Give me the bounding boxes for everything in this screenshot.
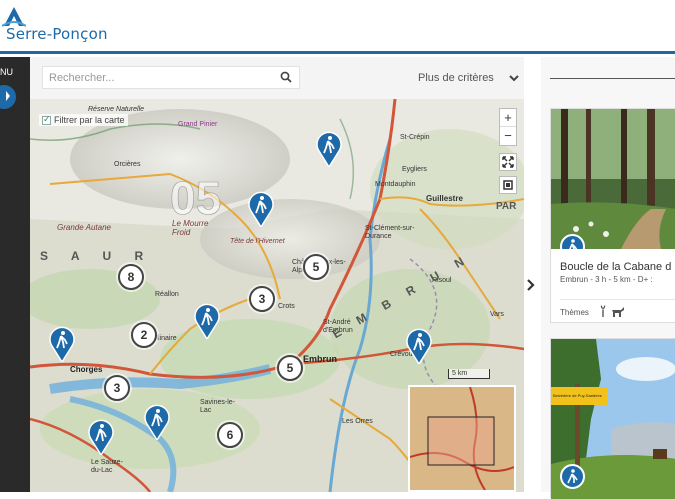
place-label: Savines-le-Lac: [200, 399, 236, 414]
place-label: Le Sauze-du-Lac: [91, 459, 123, 474]
place-label: Chorges: [70, 365, 103, 374]
hiking-pin-icon[interactable]: [143, 402, 171, 440]
place-label: St-Crépin: [400, 134, 430, 141]
place-label: Tête de l'Hivernet: [230, 238, 285, 245]
place-label: Réallon: [155, 291, 179, 298]
hiking-pin-icon[interactable]: [87, 417, 115, 455]
logo[interactable]: Serre-Ponçon: [0, 4, 130, 48]
result-card[interactable]: Belvédère de Puy-Sanières: [550, 338, 675, 499]
place-label: Le Mourre Froid: [172, 219, 209, 237]
card-meta: Embrun - 3 h - 5 km - D+ :: [560, 275, 653, 284]
flower-theme-icon: [600, 305, 606, 317]
site-header: Serre-Ponçon: [0, 0, 675, 54]
place-label: Guillestre: [426, 194, 463, 203]
cluster-marker[interactable]: 3: [104, 375, 130, 401]
menu-label[interactable]: NU: [0, 67, 13, 77]
more-criteria-button[interactable]: Plus de critères: [418, 72, 494, 84]
hiking-pin-icon[interactable]: [315, 129, 343, 167]
place-label: Montdauphin: [375, 181, 416, 188]
filter-by-map-checkbox[interactable]: Filtrer par la carte: [39, 114, 128, 126]
hiking-pin-icon[interactable]: [48, 324, 76, 362]
results-panel: Boucle de la Cabane d Embrun - 3 h - 5 k…: [541, 57, 675, 499]
card-title[interactable]: Boucle de la Cabane d: [560, 261, 671, 273]
hiking-badge-icon: [560, 464, 585, 489]
search-box: [42, 66, 300, 89]
themes-label: Thèmes: [560, 308, 589, 317]
menu-button[interactable]: [0, 85, 16, 109]
hiking-pin-icon[interactable]: [405, 326, 433, 364]
cluster-marker[interactable]: 5: [303, 254, 329, 280]
fullscreen-icon: [502, 156, 514, 168]
logo-text: Serre-Ponçon: [6, 25, 108, 43]
place-label: St-Clément-sur-Durance: [365, 225, 415, 240]
area-label: PAR: [496, 201, 517, 212]
minimap-view: [410, 387, 514, 490]
map[interactable]: 05 Réserve Naturelle Grand Pinier Orcièr…: [30, 99, 524, 492]
place-label: Réserve Naturelle: [88, 106, 145, 113]
sign-text: Belvédère de Puy-Sanières: [553, 393, 602, 398]
scale-bar: 5 km: [448, 369, 490, 379]
checkbox[interactable]: [42, 114, 51, 125]
place-label: Eygliers: [402, 166, 427, 173]
fit-bounds-icon: [503, 180, 513, 190]
department-number: 05: [170, 172, 221, 224]
minimap[interactable]: [408, 385, 516, 492]
search-icon[interactable]: [280, 71, 292, 83]
cluster-marker[interactable]: 6: [217, 422, 243, 448]
zoom-in-button[interactable]: +: [500, 109, 516, 127]
search-bar: Plus de critères: [30, 57, 524, 99]
divider: [550, 78, 675, 79]
fit-bounds-button[interactable]: [499, 176, 517, 194]
place-label: Les Orres: [342, 418, 373, 425]
pin-small-icon: [6, 91, 10, 101]
hiking-badge-icon: [560, 234, 585, 249]
divider: [560, 299, 675, 300]
result-card[interactable]: Boucle de la Cabane d Embrun - 3 h - 5 k…: [550, 108, 675, 323]
cluster-marker[interactable]: 5: [277, 355, 303, 381]
place-label: Vars: [490, 311, 504, 318]
zoom-out-button[interactable]: −: [500, 127, 516, 145]
place-label: Grand Pinier: [178, 121, 218, 128]
card-image: [551, 109, 675, 249]
hiking-pin-icon[interactable]: [247, 189, 275, 227]
chevron-down-icon[interactable]: [509, 75, 519, 82]
filter-label: Filtrer par la carte: [54, 115, 125, 125]
card-image: Belvédère de Puy-Sanières: [551, 339, 675, 499]
chevron-right-icon[interactable]: [521, 270, 541, 300]
fullscreen-button[interactable]: [499, 153, 517, 171]
forest-photo: [551, 109, 675, 249]
place-label: Crots: [278, 303, 295, 310]
place-label: Orcières: [114, 161, 141, 168]
cluster-marker[interactable]: 3: [249, 286, 275, 312]
zoom-control: + −: [499, 108, 517, 146]
hiking-pin-icon[interactable]: [193, 301, 221, 339]
animal-theme-icon: [612, 307, 624, 317]
place-label: Grande Autane: [57, 223, 111, 232]
cluster-marker[interactable]: 8: [118, 264, 144, 290]
cluster-marker[interactable]: 2: [131, 322, 157, 348]
side-menu: NU: [0, 57, 30, 492]
area-label: S A U R: [40, 249, 154, 263]
place-label: Embrun: [303, 354, 338, 364]
search-input[interactable]: [43, 67, 263, 88]
